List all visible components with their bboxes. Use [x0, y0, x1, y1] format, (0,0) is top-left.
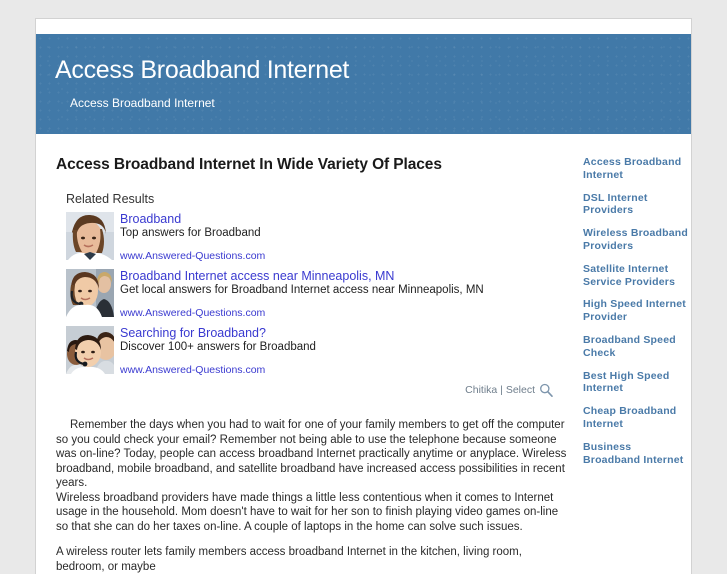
ad-description: Discover 100+ answers for Broadband: [120, 341, 316, 353]
sidebar-item-broadband-speed-check[interactable]: Broadband Speed Check: [583, 334, 691, 360]
body-wrapper: Access Broadband Internet In Wide Variet…: [36, 134, 691, 574]
sidebar-item-satellite-internet-service-providers[interactable]: Satellite Internet Service Providers: [583, 263, 691, 289]
site-banner: Access Broadband Internet Access Broadba…: [36, 34, 691, 134]
ad-url-link[interactable]: www.Answered-Questions.com: [120, 250, 265, 262]
banner-subtitle: Access Broadband Internet: [70, 96, 215, 110]
article-body: Remember the days when you had to wait f…: [56, 418, 581, 574]
ad-text: Searching for Broadband? Discover 100+ a…: [120, 326, 316, 376]
list-item[interactable]: Broadband Internet access near Minneapol…: [66, 269, 581, 319]
ad-attribution-label: Chitika | Select: [465, 384, 535, 396]
ad-title-link[interactable]: Broadband Internet access near Minneapol…: [120, 269, 484, 283]
ad-url-link[interactable]: www.Answered-Questions.com: [120, 307, 484, 319]
related-results-heading: Related Results: [66, 192, 155, 206]
sidebar-item-wireless-broadband-providers[interactable]: Wireless Broadband Providers: [583, 227, 691, 253]
banner-title: Access Broadband Internet: [55, 56, 350, 84]
sidebar: Access Broadband Internet DSL Internet P…: [581, 134, 691, 476]
sidebar-item-cheap-broadband-internet[interactable]: Cheap Broadband Internet: [583, 405, 691, 431]
ad-url-link[interactable]: www.Answered-Questions.com: [120, 364, 316, 376]
article-paragraph: Wireless broadband providers have made t…: [56, 491, 559, 533]
main-content: Access Broadband Internet In Wide Variet…: [36, 134, 581, 574]
ad-text: Broadband Internet access near Minneapol…: [120, 269, 484, 319]
ad-thumbnail-image: [66, 269, 114, 317]
ad-text: Broadband Top answers for Broadband www.…: [120, 212, 265, 262]
ad-title-link[interactable]: Broadband: [120, 212, 265, 226]
article-paragraph: Remember the days when you had to wait f…: [56, 419, 567, 489]
related-results-block: Related Results Broadband Top answers fo…: [56, 192, 581, 400]
ad-description: Top answers for Broadband: [120, 227, 261, 239]
list-item[interactable]: Broadband Top answers for Broadband www.…: [66, 212, 581, 262]
sidebar-item-best-high-speed-internet[interactable]: Best High Speed Internet: [583, 370, 691, 396]
page-root: Access Broadband Internet Access Broadba…: [0, 0, 727, 574]
ad-thumbnail-image: [66, 212, 114, 260]
magnifier-icon: [539, 383, 553, 400]
sidebar-item-high-speed-internet-provider[interactable]: High Speed Internet Provider: [583, 298, 691, 324]
site-container: Access Broadband Internet Access Broadba…: [35, 18, 692, 574]
header-white-strip: [36, 19, 691, 34]
list-item[interactable]: Searching for Broadband? Discover 100+ a…: [66, 326, 581, 376]
article-paragraph: A wireless router lets family members ac…: [56, 546, 522, 573]
ad-title-link[interactable]: Searching for Broadband?: [120, 326, 316, 340]
page-title: Access Broadband Internet In Wide Variet…: [56, 156, 442, 173]
ad-description: Get local answers for Broadband Internet…: [120, 284, 484, 296]
ad-attribution[interactable]: Chitika | Select: [66, 383, 581, 400]
sidebar-item-business-broadband-internet[interactable]: Business Broadband Internet: [583, 441, 691, 467]
sidebar-item-dsl-internet-providers[interactable]: DSL Internet Providers: [583, 192, 691, 218]
sidebar-item-access-broadband-internet[interactable]: Access Broadband Internet: [583, 156, 691, 182]
ad-thumbnail-image: [66, 326, 114, 374]
